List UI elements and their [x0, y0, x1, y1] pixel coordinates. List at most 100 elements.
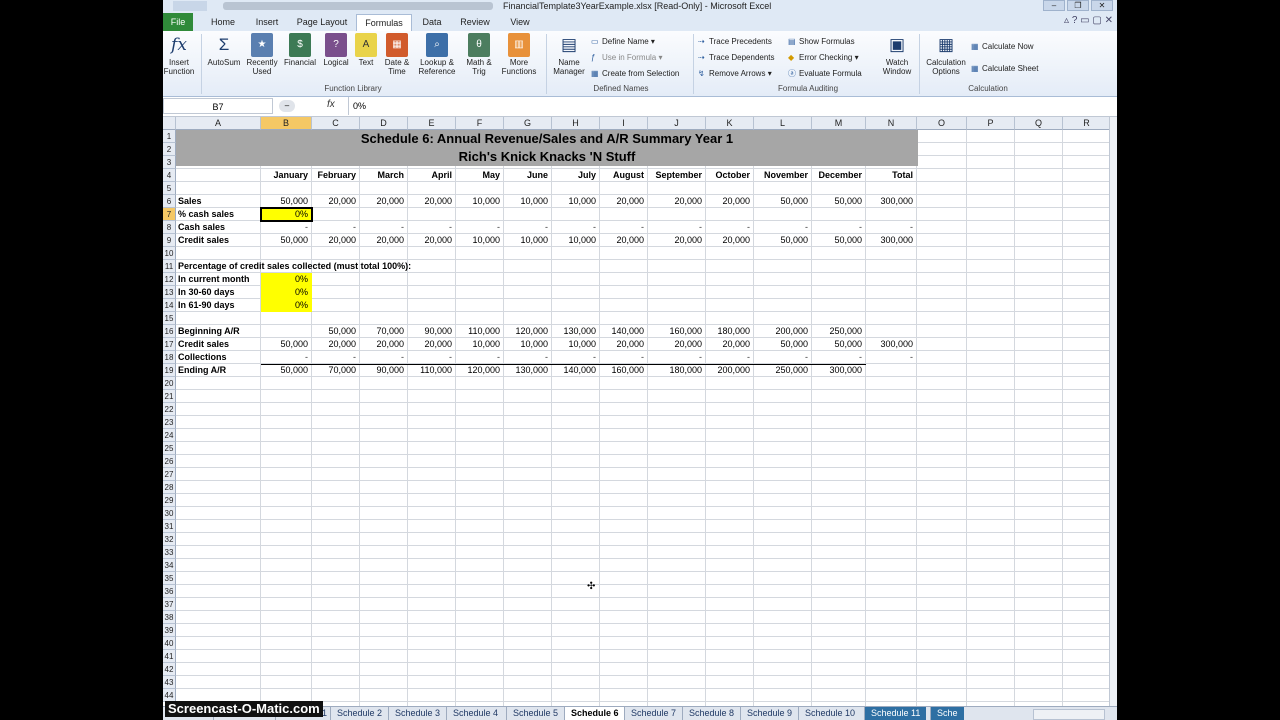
- create-from-selection-button[interactable]: ▦ Create from Selection: [591, 68, 679, 79]
- ending-ar-cell[interactable]: 70,000: [312, 364, 360, 377]
- row-header[interactable]: 31: [163, 520, 176, 533]
- column-header-g[interactable]: G: [504, 117, 552, 130]
- math-trig-button[interactable]: θ Math & Trig: [461, 33, 497, 76]
- row-header[interactable]: 38: [163, 611, 176, 624]
- cash-sales-cell[interactable]: -: [408, 221, 456, 234]
- ending-ar-cell[interactable]: 50,000: [261, 364, 312, 377]
- row-header[interactable]: 8: [163, 221, 176, 234]
- row-header[interactable]: 27: [163, 468, 176, 481]
- name-manager-button[interactable]: ▤ Name Manager: [549, 33, 589, 76]
- credit-sales-cell[interactable]: 20,000: [312, 234, 360, 247]
- credit-sales-cell[interactable]: 20,000: [360, 234, 408, 247]
- row-header[interactable]: 35: [163, 572, 176, 585]
- sheet-tab-schedule-2[interactable]: Schedule 2: [330, 707, 388, 720]
- beginning-ar-cell[interactable]: 110,000: [456, 325, 504, 338]
- ending-ar-cell[interactable]: 250,000: [754, 364, 812, 377]
- row-header[interactable]: 12: [163, 273, 176, 286]
- beginning-ar-cell[interactable]: 130,000: [552, 325, 600, 338]
- trace-dependents-button[interactable]: ⇢ Trace Dependents: [698, 52, 775, 63]
- remove-arrows-button[interactable]: ↯ Remove Arrows ▾: [698, 68, 772, 79]
- formula-input[interactable]: 0%: [348, 97, 1113, 115]
- calculate-now-button[interactable]: ▦ Calculate Now: [971, 41, 1034, 52]
- tab-insert[interactable]: Insert: [247, 14, 287, 31]
- cash-sales-cell[interactable]: -: [261, 221, 312, 234]
- lookup-reference-button[interactable]: ⌕ Lookup & Reference: [414, 33, 460, 76]
- ending-ar-cell[interactable]: 140,000: [552, 364, 600, 377]
- sales-cell[interactable]: 20,000: [600, 195, 648, 208]
- recently-used-button[interactable]: ★ Recently Used: [243, 33, 281, 76]
- row-header[interactable]: 7: [163, 208, 176, 221]
- row-header[interactable]: 25: [163, 442, 176, 455]
- cash-sales-cell[interactable]: -: [552, 221, 600, 234]
- collections-cell[interactable]: -: [866, 351, 917, 364]
- horizontal-scrollbar[interactable]: [1033, 709, 1105, 720]
- column-header-d[interactable]: D: [360, 117, 408, 130]
- credit-sales-cell[interactable]: 50,000: [261, 234, 312, 247]
- credit-sales-cell[interactable]: 20,000: [600, 234, 648, 247]
- tab-data[interactable]: Data: [415, 14, 449, 31]
- calculate-sheet-button[interactable]: ▦ Calculate Sheet: [971, 63, 1038, 74]
- sheet-tab-schedule-9[interactable]: Schedule 9: [740, 707, 798, 720]
- collections-cell[interactable]: -: [456, 351, 504, 364]
- row-header[interactable]: 20: [163, 377, 176, 390]
- column-header-n[interactable]: N: [866, 117, 917, 130]
- beginning-ar-cell[interactable]: 250,000: [812, 325, 866, 338]
- row-header[interactable]: 10: [163, 247, 176, 260]
- show-formulas-button[interactable]: ▤ Show Formulas: [788, 36, 855, 47]
- sales-cell[interactable]: 20,000: [648, 195, 706, 208]
- cash-sales-cell[interactable]: -: [312, 221, 360, 234]
- sales-cell[interactable]: 300,000: [866, 195, 917, 208]
- vertical-scrollbar[interactable]: [1109, 117, 1117, 706]
- text-button[interactable]: A Text: [353, 33, 379, 67]
- row-header[interactable]: 28: [163, 481, 176, 494]
- cash-sales-cell[interactable]: -: [456, 221, 504, 234]
- row-header[interactable]: 4: [163, 169, 176, 182]
- row-header[interactable]: 17: [163, 338, 176, 351]
- sheet-tab-sche[interactable]: Sche: [930, 707, 964, 720]
- date-time-button[interactable]: ▦ Date & Time: [381, 33, 413, 76]
- credit-sales-ar-cell[interactable]: 20,000: [648, 338, 706, 351]
- days-30-60-input[interactable]: 0%: [261, 286, 312, 299]
- column-header-q[interactable]: Q: [1015, 117, 1063, 130]
- column-header-b[interactable]: B: [261, 117, 312, 130]
- collections-cell[interactable]: -: [552, 351, 600, 364]
- minimize-button[interactable]: –: [1043, 0, 1065, 11]
- credit-sales-cell[interactable]: 20,000: [408, 234, 456, 247]
- row-header[interactable]: 14: [163, 299, 176, 312]
- credit-sales-ar-cell[interactable]: 20,000: [706, 338, 754, 351]
- row-header[interactable]: 37: [163, 598, 176, 611]
- row-header[interactable]: 30: [163, 507, 176, 520]
- ending-ar-cell[interactable]: 160,000: [600, 364, 648, 377]
- sales-cell[interactable]: 50,000: [812, 195, 866, 208]
- calculation-options-button[interactable]: ▦ Calculation Options: [923, 33, 969, 76]
- sheet-tab-schedule-6[interactable]: Schedule 6: [564, 707, 625, 720]
- credit-sales-cell[interactable]: 20,000: [648, 234, 706, 247]
- close-button[interactable]: ✕: [1091, 0, 1113, 11]
- days-61-90-input[interactable]: 0%: [261, 299, 312, 312]
- window-icons[interactable]: ▭ ▢ ✕: [1080, 15, 1113, 26]
- help-icon[interactable]: ?: [1072, 15, 1078, 26]
- define-name-button[interactable]: ▭ Define Name ▾: [591, 36, 655, 47]
- row-header[interactable]: 41: [163, 650, 176, 663]
- financial-button[interactable]: $ Financial: [281, 33, 319, 67]
- ending-ar-cell[interactable]: 120,000: [456, 364, 504, 377]
- ending-ar-cell[interactable]: 90,000: [360, 364, 408, 377]
- row-header[interactable]: 5: [163, 182, 176, 195]
- sheet-tab-schedule-4[interactable]: Schedule 4: [446, 707, 504, 720]
- row-header[interactable]: 16: [163, 325, 176, 338]
- cash-sales-cell[interactable]: -: [706, 221, 754, 234]
- row-header[interactable]: 29: [163, 494, 176, 507]
- selected-cell-b7[interactable]: [260, 207, 313, 222]
- sheet-tab-schedule-11[interactable]: Schedule 11: [864, 707, 927, 720]
- credit-sales-cell[interactable]: 20,000: [706, 234, 754, 247]
- row-header[interactable]: 33: [163, 546, 176, 559]
- row-header[interactable]: 21: [163, 390, 176, 403]
- row-header[interactable]: 36: [163, 585, 176, 598]
- column-header-l[interactable]: L: [754, 117, 812, 130]
- sales-cell[interactable]: 10,000: [552, 195, 600, 208]
- ending-ar-cell[interactable]: 180,000: [648, 364, 706, 377]
- sheet-tab-schedule-7[interactable]: Schedule 7: [624, 707, 682, 720]
- credit-sales-cell[interactable]: 10,000: [456, 234, 504, 247]
- row-header[interactable]: 23: [163, 416, 176, 429]
- row-header[interactable]: 22: [163, 403, 176, 416]
